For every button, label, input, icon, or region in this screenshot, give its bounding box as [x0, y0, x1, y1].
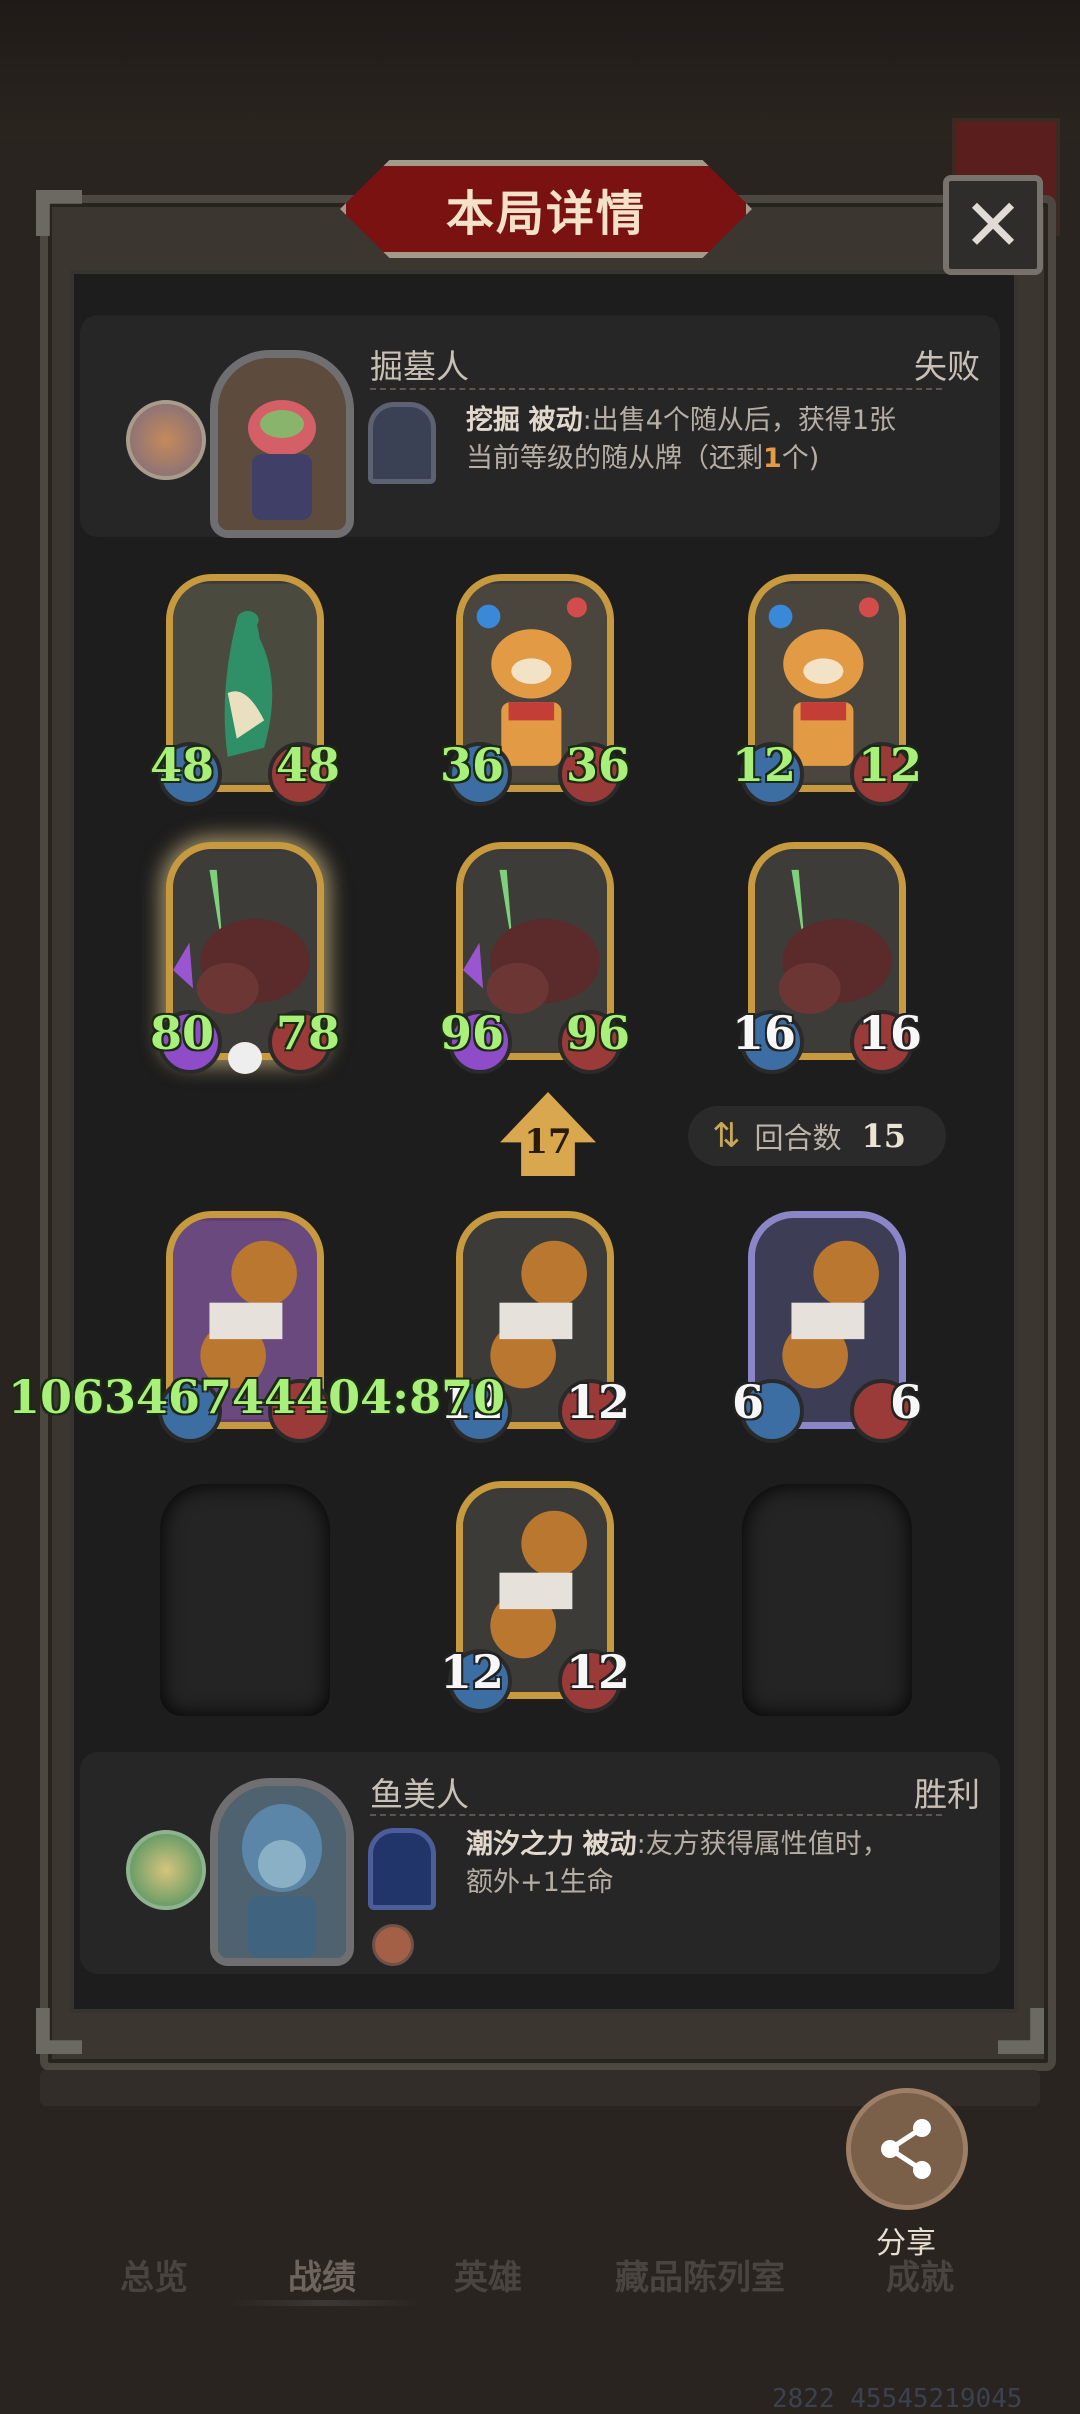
health-value: 78: [275, 1006, 340, 1060]
rank-medal-icon: [126, 1830, 206, 1910]
hero-power-icon[interactable]: [368, 402, 436, 484]
minion-card-boar[interactable]: 16 16: [732, 836, 922, 1074]
player-skill-text: 潮汐之力 被动:友方获得属性值时， 额外+1生命: [466, 1826, 966, 1902]
minion-card-pumpkin[interactable]: 6 6: [732, 1205, 922, 1443]
minion-card-peacock[interactable]: 48 48: [150, 568, 340, 806]
mermaid-art: [218, 1786, 346, 1958]
gravedigger-art: [218, 358, 346, 530]
nav-achievements[interactable]: 成就: [886, 2250, 954, 2299]
player-result: 胜利: [914, 1775, 980, 1814]
nav-overview[interactable]: 总览: [120, 2250, 188, 2299]
skill-remaining: 1: [763, 443, 782, 474]
health-value: 12: [857, 738, 922, 792]
health-value: 12: [565, 1375, 630, 1429]
opponent-hero-name: 掘墓人: [370, 347, 469, 386]
rank-medal-icon: [126, 400, 206, 480]
skill-desc-1: :出售4个随从后，获得1张: [582, 405, 897, 436]
minion-card-boar[interactable]: 80 78: [150, 836, 340, 1074]
divider: [370, 1814, 942, 1816]
title-banner: 本局详情: [340, 160, 752, 258]
share-icon: [881, 2119, 931, 2179]
mermaid-portrait[interactable]: [210, 1778, 354, 1966]
share-button[interactable]: [846, 2088, 968, 2210]
skill-type: 被动: [528, 405, 583, 436]
minion-card-boar[interactable]: 96 96: [440, 836, 630, 1074]
close-icon: ✕: [962, 183, 1024, 267]
round-counter: ⇅ 回合数 15: [688, 1106, 946, 1166]
nav-heroes[interactable]: 英雄: [454, 2250, 522, 2299]
opponent-result: 失败: [914, 347, 980, 386]
skill-desc-2: 额外+1生命: [466, 1867, 614, 1898]
nav-record[interactable]: 战绩: [288, 2250, 356, 2299]
close-button[interactable]: ✕: [943, 175, 1043, 275]
attack-value: 48: [150, 738, 215, 792]
attack-value: 96: [440, 1006, 505, 1060]
health-value: 12: [565, 1645, 630, 1699]
minion-card-raccoon[interactable]: 12 12: [732, 568, 922, 806]
health-value: 48: [275, 738, 340, 792]
skill-type: 被动: [582, 1829, 637, 1860]
minion-card-raccoon[interactable]: 36 36: [440, 568, 630, 806]
tavern-tier-value: 17: [524, 1122, 572, 1162]
skill-name: 潮汐之力: [466, 1829, 574, 1860]
active-tab-underline: [230, 2300, 420, 2306]
skill-desc-2a: 当前等级的随从牌（还剩: [466, 443, 763, 474]
gravedigger-portrait[interactable]: [210, 350, 354, 538]
skill-desc-2b: 个): [781, 443, 820, 474]
minion-card-pumpkin[interactable]: 12 12: [440, 1475, 630, 1713]
opponent-skill-text: 挖掘 被动:出售4个随从后，获得1张 当前等级的随从牌（还剩1个): [466, 402, 966, 478]
background-top: [0, 0, 1080, 140]
skill-desc-1: :友方获得属性值时，: [636, 1829, 889, 1860]
attack-value: 16: [732, 1006, 797, 1060]
empty-slot: [160, 1484, 330, 1716]
page-title: 本局详情: [445, 186, 646, 242]
health-value: 16: [857, 1006, 922, 1060]
health-value: 36: [565, 738, 630, 792]
round-label: 回合数: [754, 1121, 842, 1155]
bottom-code-text: 2822 45545219045: [772, 2384, 1023, 2414]
attack-value: 12: [732, 738, 797, 792]
skill-name: 挖掘: [466, 405, 520, 436]
divider: [370, 388, 942, 390]
skull-icon: [228, 1042, 262, 1074]
round-value: 15: [861, 1117, 907, 1155]
overflow-stat-text: 106346744404:870: [8, 1370, 506, 1424]
trinket-icon[interactable]: [372, 1924, 414, 1966]
health-value: 6: [889, 1375, 922, 1429]
empty-slot: [742, 1484, 912, 1716]
attack-value: 12: [440, 1645, 505, 1699]
attack-value: 36: [440, 738, 505, 792]
attack-value: 6: [732, 1375, 765, 1429]
refresh-icon: ⇅: [712, 1116, 741, 1156]
health-value: 96: [565, 1006, 630, 1060]
nav-collection[interactable]: 藏品陈列室: [615, 2250, 785, 2299]
attack-value: 80: [150, 1006, 215, 1060]
hero-power-icon[interactable]: [368, 1828, 436, 1910]
player-hero-name: 鱼美人: [370, 1775, 469, 1814]
